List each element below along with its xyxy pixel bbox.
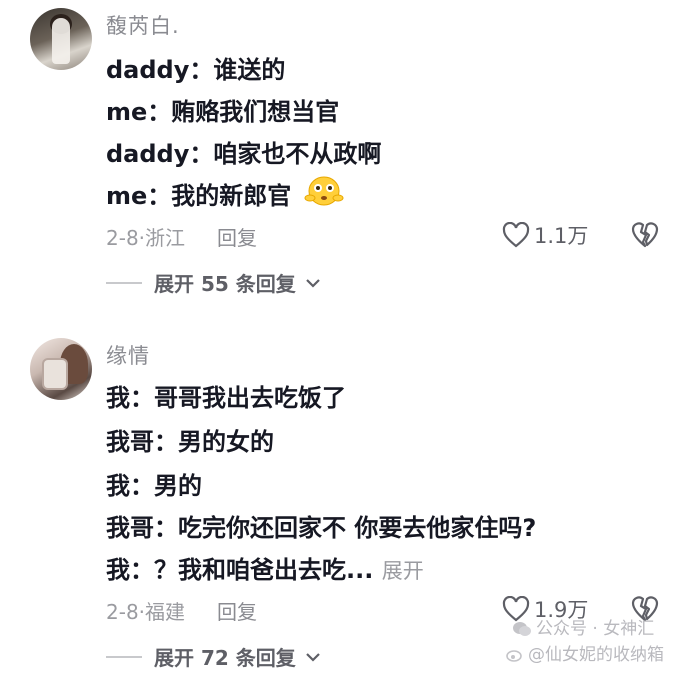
comment-line: 我哥：吃完你还回家不 你要去他家住吗? — [106, 514, 537, 542]
divider — [106, 655, 142, 658]
heart-outline-icon — [502, 222, 530, 248]
reply-button[interactable]: 回复 — [217, 226, 257, 250]
reply-button[interactable]: 回复 — [217, 600, 257, 624]
comment-line: 我：哥哥我出去吃饭了 — [106, 384, 346, 412]
comment-location: 浙江 — [145, 226, 186, 250]
broken-heart-icon[interactable] — [630, 220, 660, 248]
comment-meta: 2-8·浙江 回复 — [106, 226, 258, 250]
comment-line: me：我的新郎官 — [106, 182, 292, 210]
comment-line: 我：男的 — [106, 472, 202, 500]
expand-replies-label: 展开 55 条回复 — [154, 272, 296, 296]
comment-line: 我哥：男的女的 — [106, 428, 274, 456]
avatar[interactable] — [30, 338, 92, 400]
expand-text-button[interactable]: 展开 — [382, 559, 424, 583]
wechat-logo-icon — [513, 622, 531, 636]
chevron-down-icon — [305, 652, 320, 662]
expand-replies-button[interactable]: 展开 72 条回复 — [106, 642, 324, 671]
divider — [106, 281, 142, 284]
chevron-down-icon — [305, 278, 320, 288]
flushed-face-emoji — [304, 176, 344, 206]
comment-username[interactable]: 缘情 — [106, 340, 150, 370]
comment-line: me：贿赂我们想当官 — [106, 98, 340, 126]
comment-date: 2-8 — [106, 226, 139, 250]
comment-username[interactable]: 馥芮白. — [106, 10, 180, 40]
comment-location: 福建 — [145, 600, 186, 624]
watermark-handle: @仙女妮的收纳箱 — [528, 645, 664, 665]
like-count: 1.1万 — [534, 224, 589, 248]
comment-line-truncated: 我：？我和咱爸出去吃... 展开 — [106, 550, 424, 585]
expand-replies-button[interactable]: 展开 55 条回复 — [106, 268, 324, 297]
watermark-account: 公众号 · 女神汇 — [536, 619, 655, 639]
comment-date: 2-8 — [106, 600, 139, 624]
expand-replies-label: 展开 72 条回复 — [154, 646, 296, 670]
like-button[interactable]: 1.1万 — [502, 220, 588, 250]
comment-meta: 2-8·福建 回复 — [106, 600, 258, 624]
comment-line: 我：？我和咱爸出去吃... — [106, 556, 374, 584]
comment-line: daddy：咱家也不从政啊 — [106, 140, 382, 168]
weibo-logo-icon — [506, 650, 522, 662]
comment-1: 馥芮白. daddy：谁送的 me：贿赂我们想当官 daddy：咱家也不从政啊 … — [0, 0, 690, 320]
avatar[interactable] — [30, 8, 92, 70]
comment-line: daddy：谁送的 — [106, 56, 286, 84]
